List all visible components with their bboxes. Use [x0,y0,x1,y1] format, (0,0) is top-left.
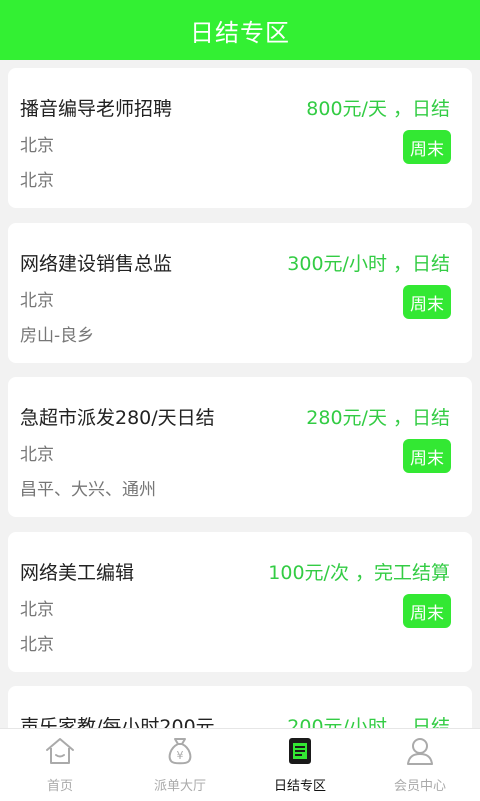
job-card[interactable]: 急超市派发280/天日结 280元/天 ，日结 北京 昌平、大兴、通州 周末 [8,377,472,517]
job-card[interactable]: 网络建设销售总监 300元/小时 ，日结 北京 房山-良乡 周末 [8,223,472,363]
money-bag-icon: ¥ [168,738,192,765]
weekend-tag: 周末 [403,130,451,164]
tab-daily-settlement[interactable]: 日结专区 [240,729,360,801]
job-title: 网络建设销售总监 [20,253,173,275]
job-title: 急超市派发280/天日结 [20,407,215,429]
job-list[interactable]: 播音编导老师招聘 800元/天 ，日结 北京 北京 周末 网络建设销售总监 30… [0,60,480,728]
home-icon [46,738,74,764]
page-header: 日结专区 [0,0,480,60]
job-district: 北京 [20,635,54,655]
page-title: 日结专区 [190,18,290,47]
job-city: 北京 [20,136,54,156]
job-city: 北京 [20,600,54,620]
job-title: 播音编导老师招聘 [20,98,173,120]
job-card[interactable]: 声乐家教/每小时200元 200元/小时 ，日结 [8,686,472,728]
tab-label: 日结专区 [273,779,326,794]
job-city: 北京 [20,291,54,311]
weekend-tag: 周末 [403,439,451,473]
job-salary: 300元/小时 ，日结 [287,253,450,275]
job-city: 北京 [20,445,54,465]
tab-label: 派单大厅 [153,779,206,794]
job-title: 网络美工编辑 [20,562,135,584]
job-salary: 200元/小时 ，日结 [287,716,450,728]
svg-text:¥: ¥ [177,749,184,762]
job-salary: 100元/次 ，完工结算 [268,562,450,584]
job-title: 声乐家教/每小时200元 [20,716,215,728]
job-district: 房山-良乡 [20,326,95,346]
tab-label: 会员中心 [393,779,446,794]
job-salary: 280元/天 ，日结 [306,407,450,429]
tab-label: 首页 [46,779,73,794]
weekend-tag: 周末 [403,594,451,628]
bottom-tab-bar: 首页 ¥ 派单大厅 日结专区 会员中心 [0,728,480,801]
tab-member-center[interactable]: 会员中心 [360,729,480,801]
job-district: 昌平、大兴、通州 [20,480,156,500]
job-card[interactable]: 播音编导老师招聘 800元/天 ，日结 北京 北京 周末 [8,68,472,208]
document-icon [289,738,311,764]
tab-home[interactable]: 首页 [0,729,120,801]
job-card[interactable]: 网络美工编辑 100元/次 ，完工结算 北京 北京 周末 [8,532,472,672]
tab-dispatch-hall[interactable]: ¥ 派单大厅 [120,729,240,801]
job-salary: 800元/天 ，日结 [306,98,450,120]
weekend-tag: 周末 [403,285,451,319]
job-district: 北京 [20,171,54,191]
user-icon [407,738,433,765]
